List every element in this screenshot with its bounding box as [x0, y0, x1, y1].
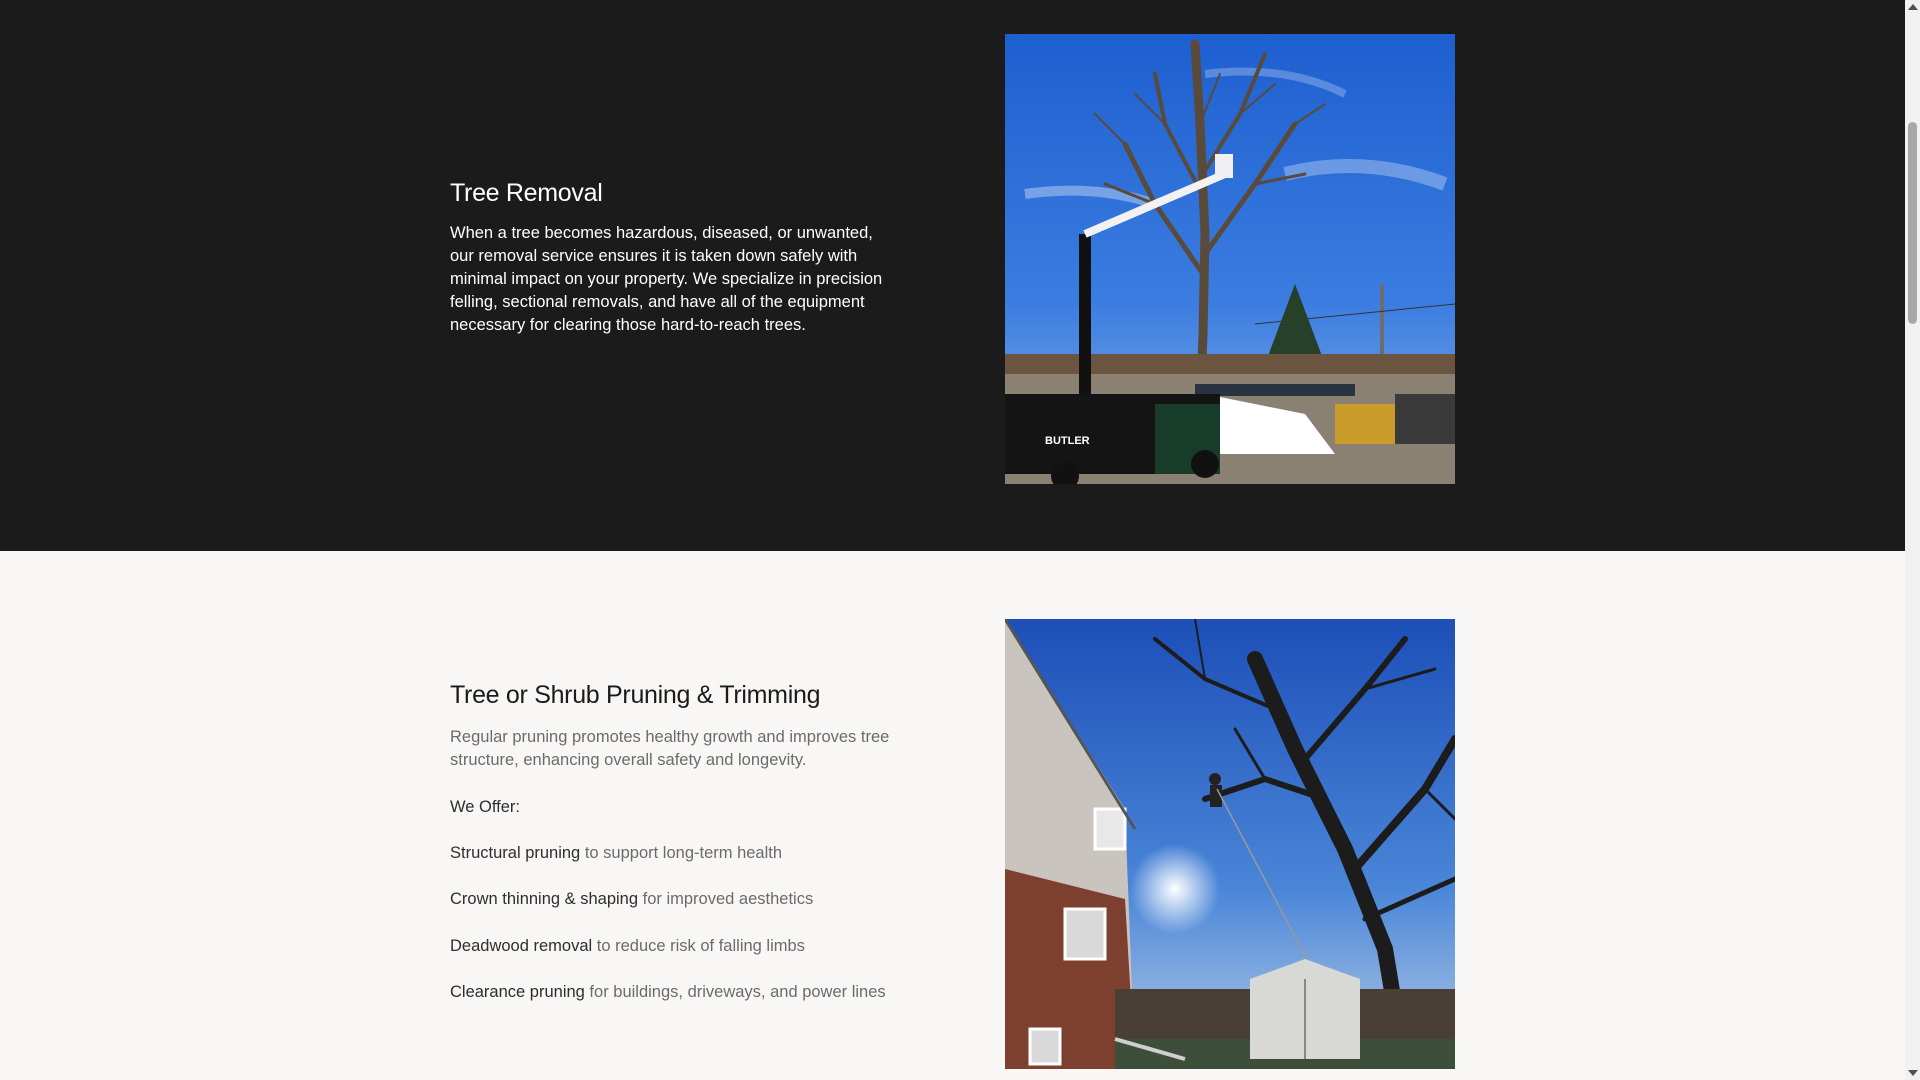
page-content: Tree Removal When a tree becomes hazardo…: [0, 0, 1905, 1080]
pruning-photo: [1005, 619, 1455, 1069]
scrollbar-thumb[interactable]: [1908, 122, 1917, 324]
offer-item-deadwood: Deadwood removal to reduce risk of falli…: [450, 937, 805, 955]
pruning-section: Tree or Shrub Pruning & Trimming Regular…: [0, 551, 1905, 1080]
pruning-title: Tree or Shrub Pruning & Trimming: [450, 681, 821, 709]
pruning-description: Regular pruning promotes healthy growth …: [450, 728, 890, 769]
tree-removal-section: Tree Removal When a tree becomes hazardo…: [0, 0, 1905, 551]
tree-removal-photo: BUTLER: [1005, 34, 1455, 484]
browser-viewport: Tree Removal When a tree becomes hazardo…: [0, 0, 1920, 1080]
scroll-down-arrow-icon[interactable]: [1908, 1070, 1918, 1076]
svg-text:BUTLER: BUTLER: [1045, 435, 1090, 447]
scroll-up-arrow-icon[interactable]: [1908, 4, 1918, 10]
offer-item-clearance: Clearance pruning for buildings, drivewa…: [450, 983, 886, 1001]
we-offer-heading: We Offer:: [450, 798, 520, 816]
tree-climber-image: [1005, 619, 1455, 1069]
bucket-truck-image: BUTLER: [1005, 34, 1455, 484]
offer-item-structural: Structural pruning to support long-term …: [450, 844, 783, 862]
tree-removal-description: When a tree becomes hazardous, diseased,…: [450, 224, 883, 334]
offer-item-crown: Crown thinning & shaping for improved ae…: [450, 890, 814, 908]
tree-removal-title: Tree Removal: [450, 179, 603, 207]
vertical-scrollbar[interactable]: [1905, 0, 1920, 1080]
